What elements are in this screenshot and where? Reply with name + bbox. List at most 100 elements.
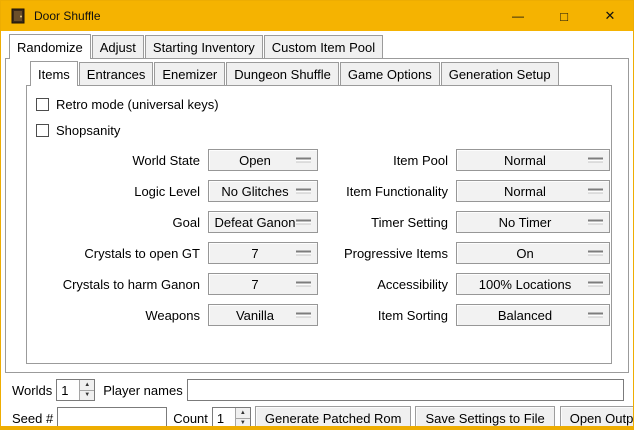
dropdown-indicator-icon <box>296 251 311 256</box>
crystals-ganon-label: Crystals to harm Ganon <box>30 277 200 292</box>
dropdown-indicator-icon <box>588 251 603 256</box>
tab-dungeon-shuffle[interactable]: Dungeon Shuffle <box>226 62 339 85</box>
logic-level-dropdown[interactable]: No Glitches <box>208 180 318 202</box>
window-controls: — □ ✕ <box>495 1 633 31</box>
maximize-button[interactable]: □ <box>541 1 587 31</box>
minimize-button[interactable]: — <box>495 1 541 31</box>
count-input[interactable] <box>213 408 235 428</box>
timer-setting-label: Timer Setting <box>326 215 448 230</box>
weapons-label: Weapons <box>30 308 200 323</box>
dropdown-value: 7 <box>251 246 258 261</box>
dropdown-value: 7 <box>251 277 258 292</box>
item-pool-dropdown[interactable]: Normal <box>456 149 610 171</box>
output-buttons: Save Settings to File Open Output Direct… <box>415 406 634 430</box>
dropdown-indicator-icon <box>588 220 603 225</box>
generate-patched-rom-button[interactable]: Generate Patched Rom <box>255 406 412 430</box>
dropdown-indicator-icon <box>296 220 311 225</box>
dropdown-value: Open <box>239 153 271 168</box>
crystals-ganon-dropdown[interactable]: 7 <box>208 273 318 295</box>
tab-entrances[interactable]: Entrances <box>79 62 154 85</box>
weapons-dropdown[interactable]: Vanilla <box>208 304 318 326</box>
item-functionality-dropdown[interactable]: Normal <box>456 180 610 202</box>
shopsanity-label: Shopsanity <box>56 123 120 138</box>
stepper-buttons: ▲ ▼ <box>79 380 94 400</box>
dropdown-value: Normal <box>504 184 546 199</box>
worlds-stepper: ▲ ▼ <box>56 379 95 401</box>
client-area: Randomize Adjust Starting Inventory Cust… <box>1 31 633 430</box>
dropdown-value: Vanilla <box>236 308 274 323</box>
stepper-buttons: ▲ ▼ <box>235 408 250 428</box>
dropdown-value: Normal <box>504 153 546 168</box>
progressive-items-label: Progressive Items <box>326 246 448 261</box>
dropdown-indicator-icon <box>296 158 311 163</box>
dropdown-value: No Timer <box>499 215 552 230</box>
item-functionality-label: Item Functionality <box>326 184 448 199</box>
logic-level-label: Logic Level <box>30 184 200 199</box>
app-window: Door Shuffle — □ ✕ Randomize Adjust Star… <box>0 0 634 430</box>
save-settings-button[interactable]: Save Settings to File <box>415 406 554 430</box>
player-names-input[interactable] <box>187 379 624 401</box>
retro-mode-label: Retro mode (universal keys) <box>56 97 219 112</box>
retro-mode-checkbox[interactable]: Retro mode (universal keys) <box>36 97 608 112</box>
dropdown-value: Defeat Ganon <box>215 215 296 230</box>
goal-dropdown[interactable]: Defeat Ganon <box>208 211 318 233</box>
dropdown-indicator-icon <box>296 189 311 194</box>
item-sorting-dropdown[interactable]: Balanced <box>456 304 610 326</box>
seed-row: Seed # Count ▲ ▼ Generate Patched Rom Sa… <box>12 406 624 430</box>
dropdown-indicator-icon <box>588 282 603 287</box>
world-state-dropdown[interactable]: Open <box>208 149 318 171</box>
close-icon: ✕ <box>605 8 616 24</box>
maximize-icon: □ <box>560 9 568 24</box>
dropdown-value: 100% Locations <box>479 277 572 292</box>
seed-input[interactable] <box>57 407 167 429</box>
world-state-label: World State <box>30 153 200 168</box>
tab-enemizer[interactable]: Enemizer <box>154 62 225 85</box>
checkbox-icon[interactable] <box>36 124 49 137</box>
seed-label: Seed # <box>12 411 53 426</box>
spin-up-icon[interactable]: ▲ <box>235 408 250 419</box>
item-pool-label: Item Pool <box>326 153 448 168</box>
worlds-label: Worlds <box>12 383 52 398</box>
item-sorting-label: Item Sorting <box>326 308 448 323</box>
tab-items[interactable]: Items <box>30 61 78 86</box>
secondary-tab-bar: Items Entrances Enemizer Dungeon Shuffle… <box>30 61 612 85</box>
tab-starting-inventory[interactable]: Starting Inventory <box>145 35 263 58</box>
dropdown-value: Balanced <box>498 308 552 323</box>
spin-up-icon[interactable]: ▲ <box>79 380 94 391</box>
timer-setting-dropdown[interactable]: No Timer <box>456 211 610 233</box>
spin-down-icon[interactable]: ▼ <box>79 391 94 401</box>
primary-tab-bar: Randomize Adjust Starting Inventory Cust… <box>9 34 629 58</box>
crystals-gt-label: Crystals to open GT <box>30 246 200 261</box>
tab-adjust[interactable]: Adjust <box>92 35 144 58</box>
tab-custom-item-pool[interactable]: Custom Item Pool <box>264 35 383 58</box>
dropdown-indicator-icon <box>588 189 603 194</box>
accessibility-dropdown[interactable]: 100% Locations <box>456 273 610 295</box>
dropdown-value: No Glitches <box>221 184 288 199</box>
titlebar: Door Shuffle — □ ✕ <box>1 1 633 31</box>
player-names-label: Player names <box>103 383 182 398</box>
items-pane: Retro mode (universal keys) Shopsanity W… <box>26 85 612 364</box>
worlds-row: Worlds ▲ ▼ Player names <box>12 379 624 401</box>
tab-generation-setup[interactable]: Generation Setup <box>441 62 559 85</box>
progressive-items-dropdown[interactable]: On <box>456 242 610 264</box>
close-button[interactable]: ✕ <box>587 1 633 31</box>
options-form: World State Open Item Pool Normal Logic … <box>30 149 608 326</box>
crystals-gt-dropdown[interactable]: 7 <box>208 242 318 264</box>
app-icon <box>10 8 26 24</box>
open-output-directory-button[interactable]: Open Output Directory <box>560 406 634 430</box>
tab-game-options[interactable]: Game Options <box>340 62 440 85</box>
dropdown-indicator-icon <box>588 313 603 318</box>
dropdown-indicator-icon <box>296 282 311 287</box>
bottom-controls: Worlds ▲ ▼ Player names Seed # Count <box>5 373 629 430</box>
minimize-icon: — <box>512 9 524 23</box>
spin-down-icon[interactable]: ▼ <box>235 419 250 429</box>
dropdown-indicator-icon <box>296 313 311 318</box>
dropdown-value: On <box>516 246 533 261</box>
tab-randomize[interactable]: Randomize <box>9 34 91 59</box>
shopsanity-checkbox[interactable]: Shopsanity <box>36 123 608 138</box>
goal-label: Goal <box>30 215 200 230</box>
accessibility-label: Accessibility <box>326 277 448 292</box>
checkbox-icon[interactable] <box>36 98 49 111</box>
window-title: Door Shuffle <box>34 9 101 23</box>
worlds-input[interactable] <box>57 380 79 400</box>
